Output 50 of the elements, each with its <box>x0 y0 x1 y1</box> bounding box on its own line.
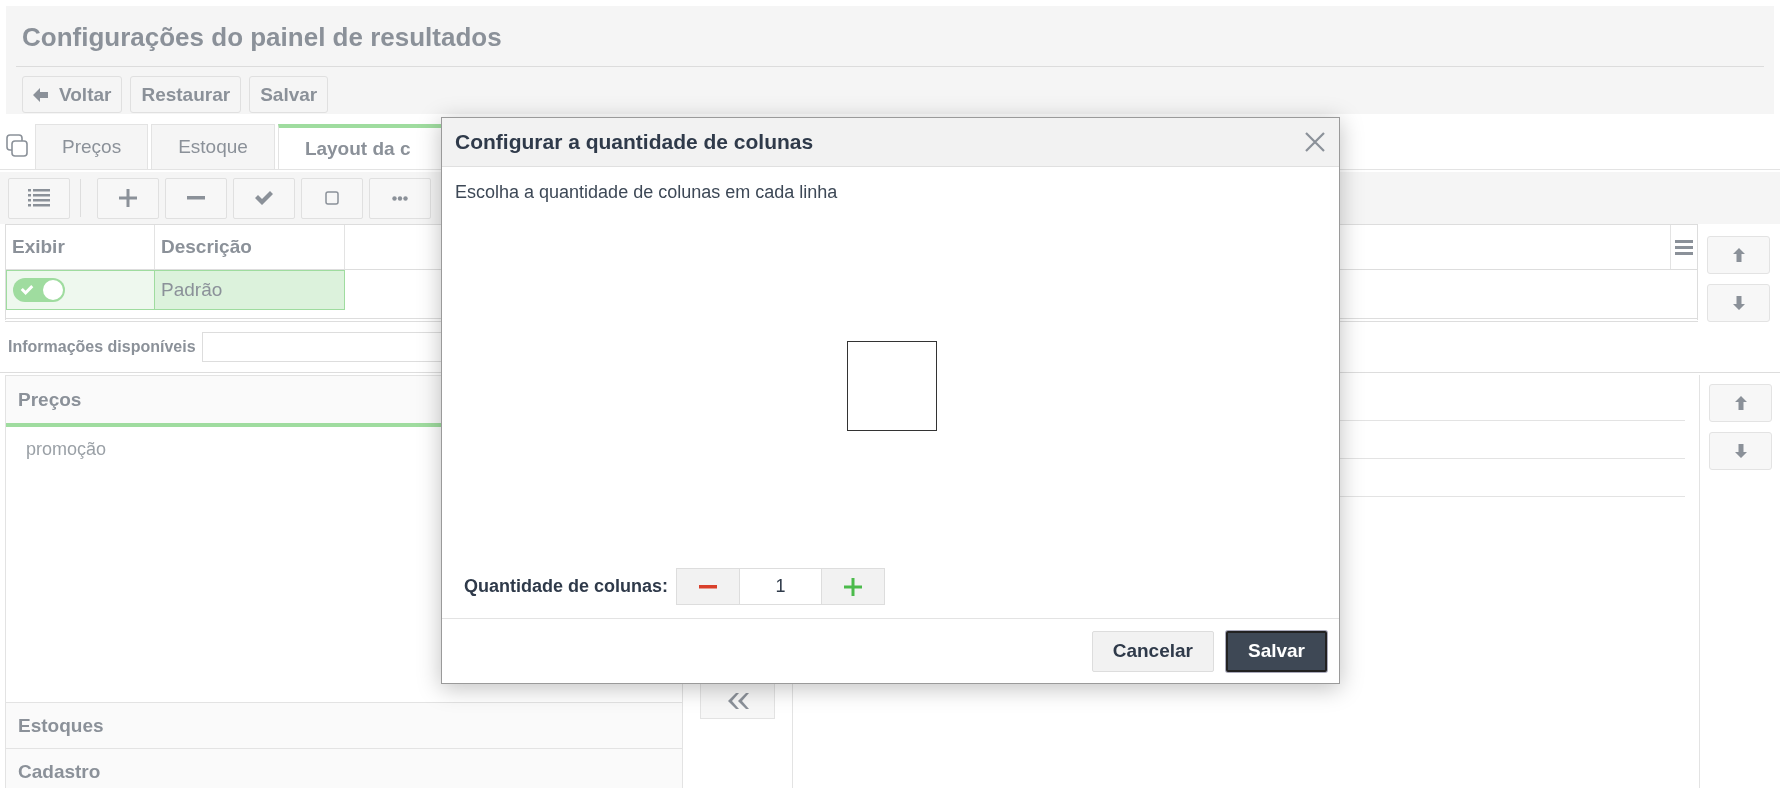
header-button[interactable]: Salvar <box>249 76 329 113</box>
move-down-button[interactable] <box>1709 432 1772 470</box>
close-button[interactable] <box>1303 130 1327 154</box>
square-icon <box>325 191 339 205</box>
column-header: Exibir <box>6 225 155 269</box>
back-button[interactable]: Voltar <box>22 76 123 113</box>
dialog-title: Configurar a quantidade de colunas <box>455 130 814 154</box>
increment-button[interactable] <box>821 568 886 605</box>
group-header[interactable]: Estoques <box>6 702 682 748</box>
move-up-button[interactable] <box>1709 384 1772 422</box>
toggle-switch[interactable] <box>13 278 65 302</box>
instruction-text: Escolha a quantidade de colunas em cada linha <box>455 181 839 203</box>
move-up-button[interactable] <box>1707 236 1770 274</box>
arrow-left-icon <box>33 87 49 102</box>
check-button[interactable] <box>233 177 295 219</box>
plus-icon <box>844 577 863 596</box>
move-down-button[interactable] <box>1707 284 1770 322</box>
save-button[interactable]: Salvar <box>1225 630 1327 672</box>
list-icon <box>28 189 50 207</box>
page-title: Configurações do painel de resultados <box>16 6 1764 67</box>
minus-icon <box>187 196 205 200</box>
list-button[interactable] <box>8 177 70 219</box>
table-cell: Padrão <box>155 270 345 310</box>
decrement-button[interactable] <box>676 568 741 605</box>
move-left-button[interactable] <box>700 682 775 719</box>
tab[interactable]: Estoque <box>151 124 275 169</box>
close-icon <box>1305 132 1325 152</box>
square-button[interactable] <box>301 177 363 219</box>
tab[interactable]: Preços <box>35 124 149 169</box>
menu-icon[interactable] <box>1675 239 1693 255</box>
group-header[interactable]: Cadastro <box>6 748 682 788</box>
number-field[interactable]: 1 <box>740 568 822 605</box>
arrow-up-icon <box>1734 396 1747 410</box>
column-header: Descrição <box>155 225 345 269</box>
more-button[interactable] <box>369 177 431 219</box>
arrow-up-icon <box>1732 248 1745 262</box>
cancel-button[interactable]: Cancelar <box>1091 630 1214 672</box>
more-icon <box>392 195 408 201</box>
remove-button[interactable] <box>165 177 227 219</box>
add-button[interactable] <box>97 177 159 219</box>
arrow-down-icon <box>1734 444 1747 458</box>
header-button[interactable]: Restaurar <box>130 76 242 113</box>
field-label: Informações disponíveis <box>8 338 196 356</box>
minus-icon <box>699 584 718 589</box>
arrow-down-icon <box>1732 296 1745 310</box>
copy-icon[interactable] <box>6 133 28 158</box>
field-label: Quantidade de colunas: <box>464 576 669 597</box>
plus-icon <box>119 189 137 207</box>
check-icon <box>20 284 34 296</box>
check-icon <box>254 190 274 206</box>
